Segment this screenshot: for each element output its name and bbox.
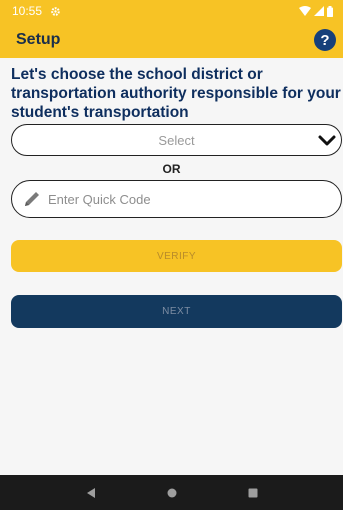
status-bar: 10:55 (0, 0, 343, 22)
setup-heading: Let's choose the school district or tran… (11, 66, 341, 121)
back-icon[interactable] (84, 486, 98, 500)
battery-icon (327, 5, 333, 17)
signal-icon (314, 6, 324, 16)
wifi-icon (299, 6, 311, 16)
home-icon[interactable] (165, 486, 179, 500)
status-time: 10:55 (12, 4, 43, 18)
next-button[interactable]: NEXT (11, 295, 342, 328)
verify-button[interactable]: VERIFY (11, 240, 342, 272)
page-title: Setup (16, 31, 61, 48)
recents-icon[interactable] (246, 486, 260, 500)
chevron-down-icon (318, 135, 336, 146)
app-bar: Setup ? (0, 22, 343, 58)
pencil-icon (25, 192, 39, 206)
system-nav-bar (0, 475, 343, 510)
help-icon-label: ? (320, 31, 330, 49)
gear-icon (51, 6, 60, 16)
quick-code-field[interactable] (11, 180, 342, 218)
or-divider-label: OR (162, 162, 181, 176)
district-select[interactable]: Select (11, 124, 342, 156)
quick-code-input[interactable] (48, 191, 318, 207)
district-select-value: Select (158, 132, 195, 148)
help-icon[interactable]: ? (314, 29, 336, 51)
status-right (299, 5, 333, 17)
status-left: 10:55 (12, 4, 61, 18)
